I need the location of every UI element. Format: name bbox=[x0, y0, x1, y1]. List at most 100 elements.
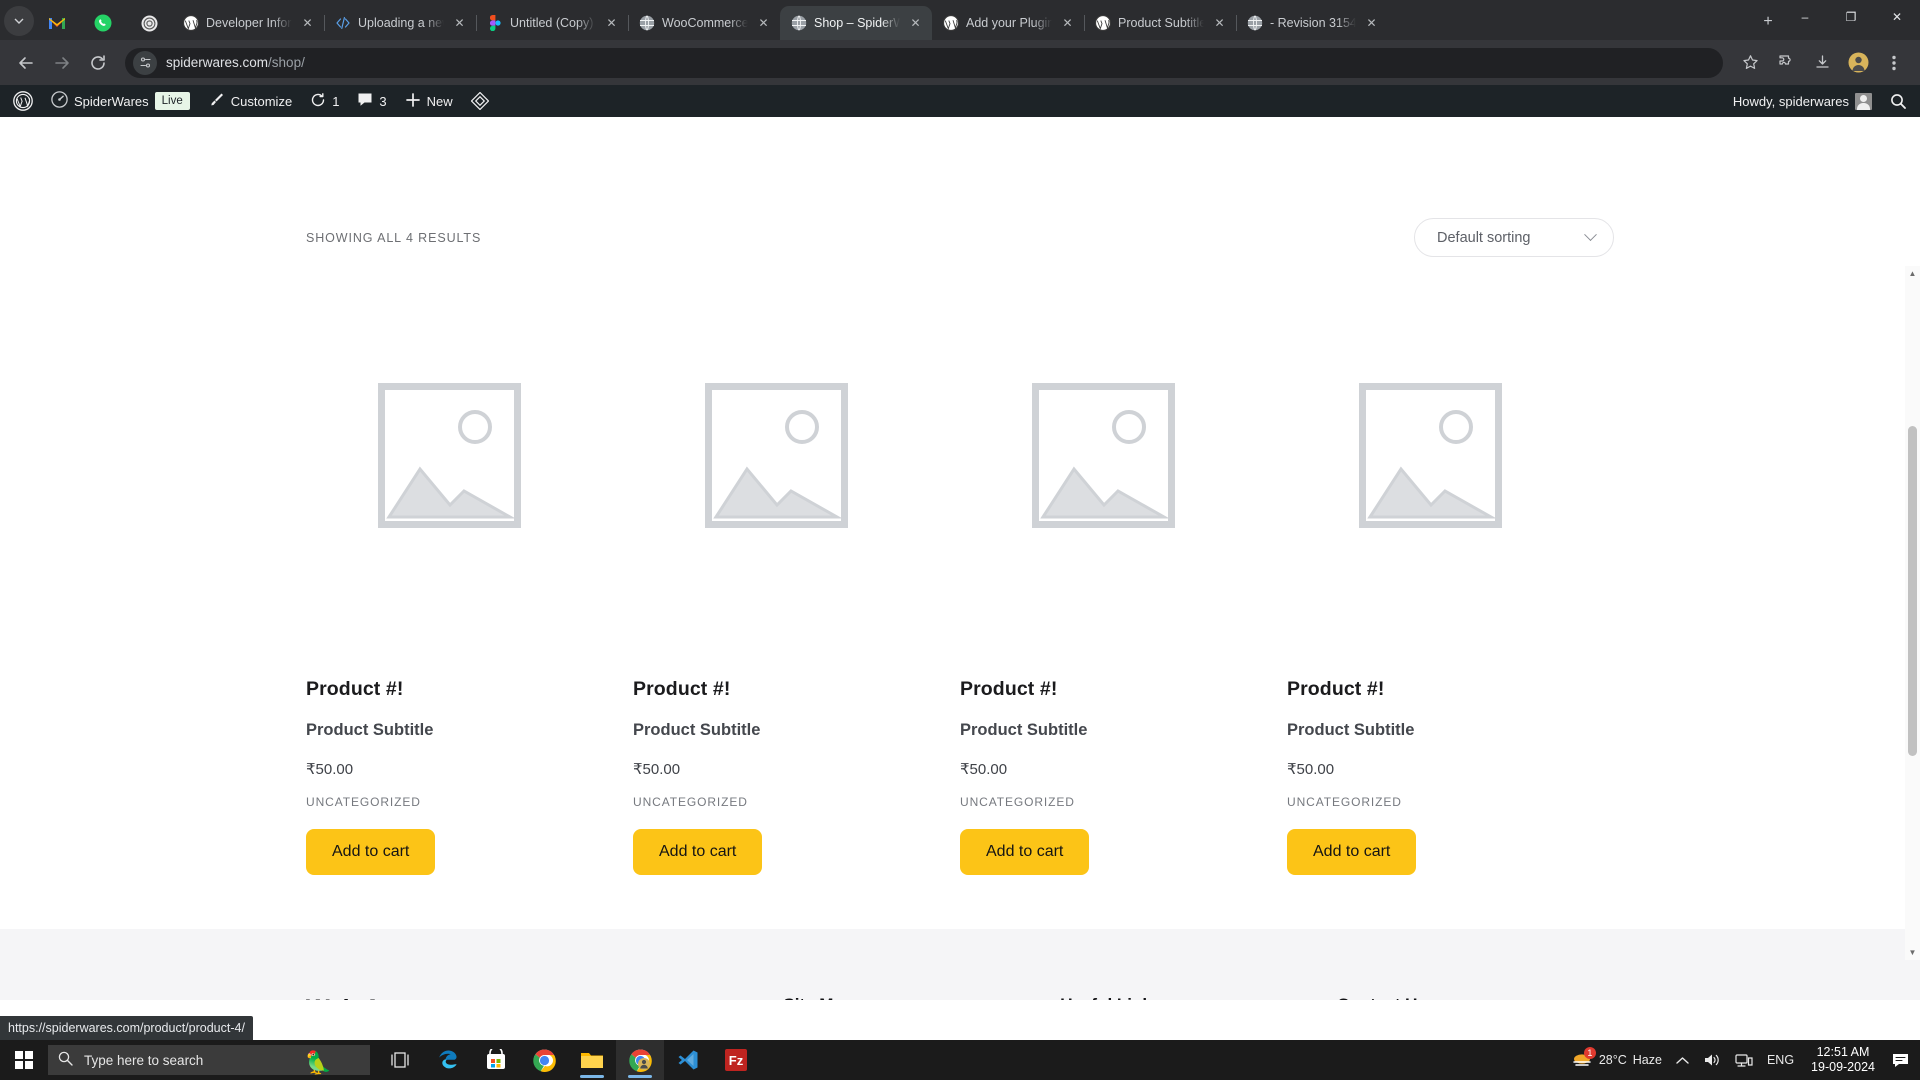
pinned-tab-whatsapp[interactable] bbox=[80, 6, 126, 40]
browser-tab[interactable]: - Revision 3154109: /p ✕ bbox=[1236, 6, 1388, 40]
page-scrollbar[interactable]: ▲ ▼ bbox=[1905, 266, 1920, 960]
customize-label: Customize bbox=[230, 93, 293, 109]
browser-tab[interactable]: Uploading a new Word ✕ bbox=[324, 6, 476, 40]
product-title[interactable]: Product #! bbox=[306, 678, 593, 701]
scroll-thumb[interactable] bbox=[1908, 426, 1917, 756]
product-card[interactable]: Product #! Product Subtitle ₹50.00 UNCATEGO… bbox=[306, 321, 633, 875]
product-category[interactable]: UNCATEGORIZED bbox=[633, 795, 920, 809]
product-image-link[interactable] bbox=[960, 321, 1247, 589]
placeholder-image-icon bbox=[1031, 381, 1176, 529]
minimize-button[interactable]: – bbox=[1782, 0, 1828, 33]
product-category[interactable]: UNCATEGORIZED bbox=[1287, 795, 1574, 809]
puzzle-icon[interactable] bbox=[1770, 47, 1802, 79]
diamond-icon[interactable] bbox=[462, 85, 498, 117]
new-tab-button[interactable]: + bbox=[1754, 8, 1782, 36]
close-tab-button[interactable]: ✕ bbox=[1363, 15, 1380, 32]
network-icon[interactable] bbox=[1728, 1040, 1760, 1080]
task-view-icon[interactable] bbox=[376, 1040, 424, 1080]
placeholder-image-icon bbox=[1358, 381, 1503, 529]
maximize-button[interactable]: ❐ bbox=[1828, 0, 1874, 33]
close-tab-button[interactable]: ✕ bbox=[451, 15, 468, 32]
chrome-active-icon[interactable] bbox=[616, 1040, 664, 1080]
close-tab-button[interactable]: ✕ bbox=[603, 15, 620, 32]
browser-tab[interactable]: Developer Information ✕ bbox=[172, 6, 324, 40]
scroll-down-arrow[interactable]: ▼ bbox=[1905, 945, 1920, 960]
product-card[interactable]: Product #! Product Subtitle ₹50.00 UNCATEGO… bbox=[633, 321, 960, 875]
download-icon[interactable] bbox=[1806, 47, 1838, 79]
language-indicator[interactable]: ENG bbox=[1760, 1040, 1801, 1080]
site-settings-icon[interactable] bbox=[133, 50, 157, 75]
admin-site-name[interactable]: SpiderWares Live bbox=[42, 85, 199, 117]
weather-haze-icon: 1 bbox=[1571, 1046, 1596, 1071]
product-image-link[interactable] bbox=[1287, 321, 1574, 589]
tab-search-button[interactable] bbox=[4, 6, 34, 36]
product-category[interactable]: UNCATEGORIZED bbox=[306, 795, 593, 809]
chrome-icon[interactable] bbox=[520, 1040, 568, 1080]
forward-icon[interactable] bbox=[46, 47, 78, 79]
product-card[interactable]: Product #! Product Subtitle ₹50.00 UNCATEGO… bbox=[960, 321, 1287, 875]
clock[interactable]: 12:51 AM 19-09-2024 bbox=[1801, 1045, 1885, 1075]
vscode-icon[interactable] bbox=[664, 1040, 712, 1080]
tab-separator bbox=[1084, 15, 1085, 31]
add-to-cart-button[interactable]: Add to cart bbox=[633, 829, 763, 875]
pinned-tab-gmail[interactable] bbox=[34, 6, 80, 40]
customize-link[interactable]: Customize bbox=[199, 85, 301, 117]
add-to-cart-button[interactable]: Add to cart bbox=[1287, 829, 1417, 875]
product-title[interactable]: Product #! bbox=[1287, 678, 1574, 701]
kebab-menu-icon[interactable] bbox=[1878, 47, 1910, 79]
browser-tab[interactable]: Untitled (Copy) (Copy) ✕ bbox=[476, 6, 628, 40]
address-bar[interactable]: spiderwares.com/shop/ bbox=[125, 47, 1723, 78]
product-image-link[interactable] bbox=[633, 321, 920, 589]
sorting-select[interactable]: Default sorting bbox=[1414, 218, 1614, 257]
add-to-cart-button[interactable]: Add to cart bbox=[960, 829, 1090, 875]
tab-title: Add your Plugin | Wor bbox=[966, 16, 1052, 30]
product-title[interactable]: Product #! bbox=[633, 678, 920, 701]
reload-icon[interactable] bbox=[82, 47, 114, 79]
close-tab-button[interactable]: ✕ bbox=[299, 15, 316, 32]
show-hidden-icons-button[interactable] bbox=[1669, 1040, 1696, 1080]
filezilla-icon[interactable]: Fz bbox=[712, 1040, 760, 1080]
tab-title: Developer Information bbox=[206, 16, 292, 30]
new-content-link[interactable]: New bbox=[396, 85, 462, 117]
add-to-cart-button[interactable]: Add to cart bbox=[306, 829, 436, 875]
search-input[interactable]: Type here to search 🦜 bbox=[48, 1045, 370, 1075]
close-window-button[interactable]: ✕ bbox=[1874, 0, 1920, 33]
product-title[interactable]: Product #! bbox=[960, 678, 1247, 701]
footer-col-contact-us: Contact Us bbox=[1337, 995, 1614, 1000]
search-icon[interactable] bbox=[1881, 85, 1916, 117]
updates-link[interactable]: 1 bbox=[301, 85, 348, 117]
star-icon[interactable] bbox=[1734, 47, 1766, 79]
comment-bubble-icon bbox=[357, 92, 373, 110]
tab-title: - Revision 3154109: /p bbox=[1270, 16, 1356, 30]
browser-tab[interactable]: WooCommerce setting ✕ bbox=[628, 6, 780, 40]
close-tab-button[interactable]: ✕ bbox=[907, 15, 924, 32]
product-category[interactable]: UNCATEGORIZED bbox=[960, 795, 1247, 809]
taskbar-apps: Fz bbox=[376, 1040, 760, 1080]
windows-start-icon[interactable] bbox=[0, 1040, 48, 1080]
pinned-tab-app[interactable] bbox=[126, 6, 172, 40]
back-icon[interactable] bbox=[10, 47, 42, 79]
product-image-link[interactable] bbox=[306, 321, 593, 589]
browser-tab[interactable]: Product Subtitles for W ✕ bbox=[1084, 6, 1236, 40]
microsoft-store-icon[interactable] bbox=[472, 1040, 520, 1080]
volume-icon[interactable] bbox=[1696, 1040, 1728, 1080]
weather-widget[interactable]: 1 28°C Haze bbox=[1564, 1040, 1669, 1080]
site-name-label: SpiderWares bbox=[74, 93, 149, 109]
product-card[interactable]: Product #! Product Subtitle ₹50.00 UNCATEGO… bbox=[1287, 321, 1614, 875]
window-controls: – ❐ ✕ bbox=[1782, 0, 1920, 40]
close-tab-button[interactable]: ✕ bbox=[1211, 15, 1228, 32]
profile-icon[interactable] bbox=[1842, 47, 1874, 79]
edge-icon[interactable] bbox=[424, 1040, 472, 1080]
wordpress-logo-icon[interactable] bbox=[4, 85, 42, 117]
close-tab-button[interactable]: ✕ bbox=[755, 15, 772, 32]
close-tab-button[interactable]: ✕ bbox=[1059, 15, 1076, 32]
tab-container: Developer Information✕Uploading a new Wo… bbox=[172, 0, 1748, 40]
notification-icon[interactable] bbox=[1885, 1040, 1916, 1080]
scroll-up-arrow[interactable]: ▲ bbox=[1905, 266, 1920, 281]
file-explorer-icon[interactable] bbox=[568, 1040, 616, 1080]
browser-tab[interactable]: Add your Plugin | Wor ✕ bbox=[932, 6, 1084, 40]
tab-strip: Developer Information✕Uploading a new Wo… bbox=[0, 0, 1920, 40]
howdy-user-menu[interactable]: Howdy, spiderwares bbox=[1724, 85, 1881, 117]
comments-link[interactable]: 3 bbox=[348, 85, 395, 117]
browser-tab[interactable]: Shop – SpiderWares ✕ bbox=[780, 6, 932, 40]
